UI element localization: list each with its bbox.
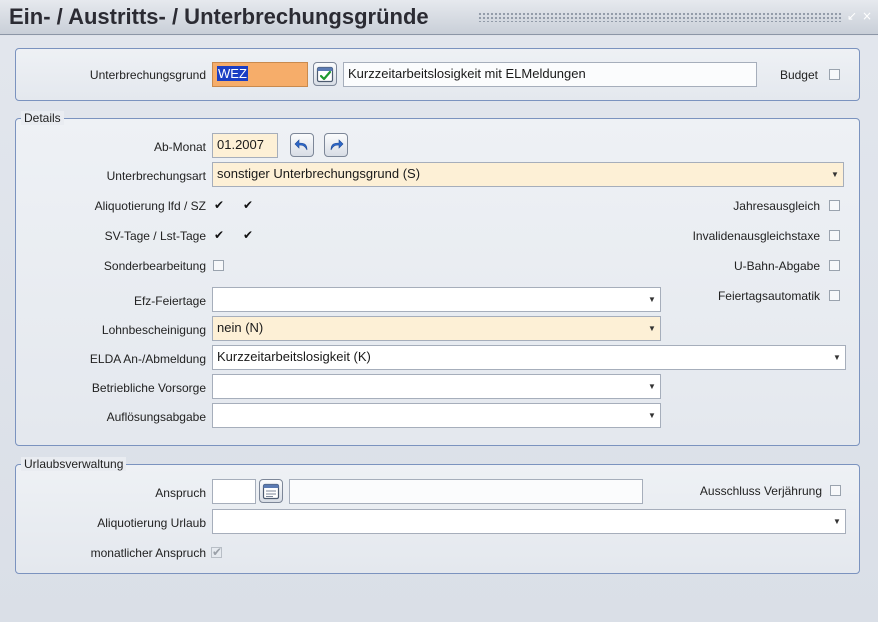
vorsorge-dropdown[interactable]: ▼ (212, 374, 661, 399)
aliquotierung-label: Aliquotierung lfd / SZ (94, 199, 206, 213)
arrow-back-icon (294, 139, 308, 151)
anspruch-label: Anspruch (155, 486, 206, 500)
chevron-down-icon[interactable]: ▼ (644, 317, 660, 340)
calendar-icon (262, 483, 280, 500)
chevron-down-icon[interactable]: ▼ (829, 510, 845, 533)
feiertagsautomatik-checkbox[interactable] (829, 290, 840, 301)
efz-dropdown[interactable]: ▼ (212, 287, 661, 312)
ab-monat-label: Ab-Monat (153, 140, 206, 154)
aliquotierung-lfd-checkbox[interactable]: ✔ (213, 199, 224, 211)
chevron-down-icon[interactable]: ▼ (644, 404, 660, 427)
aliquotierung-urlaub-dropdown[interactable]: ▼ (212, 509, 846, 534)
lookup-button[interactable] (313, 62, 337, 86)
svtage-label: SV-Tage / Lst-Tage (104, 229, 206, 243)
arrow-forward-icon (330, 139, 344, 151)
unterbrechungsgrund-code-field[interactable]: WEZ (212, 62, 308, 87)
unterbrechungsgrund-text-field[interactable]: Kurzzeitarbeitslosigkeit mit ELMeldungen (343, 62, 757, 87)
anspruch-field[interactable] (212, 479, 256, 504)
ausschluss-label: Ausschluss Verjährung (699, 484, 822, 498)
unterbrechungsart-label: Unterbrechungsart (106, 169, 206, 183)
lohnbescheinigung-label: Lohnbescheinigung (101, 323, 206, 337)
lohnbescheinigung-value: nein (N) (217, 320, 264, 335)
ubahn-label: U-Bahn-Abgabe (733, 259, 820, 273)
header-panel: Unterbrechungsgrund WEZ Kurzzeitarbeitsl… (15, 48, 860, 101)
jahresausgleich-checkbox[interactable] (829, 200, 840, 211)
previous-button[interactable] (290, 133, 314, 157)
form-content: Unterbrechungsgrund WEZ Kurzzeitarbeitsl… (0, 36, 878, 622)
anspruch-calendar-button[interactable] (259, 479, 283, 503)
chevron-down-icon[interactable]: ▼ (829, 346, 845, 369)
vorsorge-label: Betriebliche Vorsorge (91, 381, 206, 395)
aufloesung-dropdown[interactable]: ▼ (212, 403, 661, 428)
sonderbearbeitung-label: Sonderbearbeitung (103, 259, 206, 273)
monatlich-checkbox[interactable]: ✔ (211, 546, 222, 558)
details-legend: Details (21, 111, 64, 125)
svtage-checkbox[interactable]: ✔ (213, 229, 224, 241)
sonderbearbeitung-checkbox[interactable] (213, 260, 224, 271)
efz-label: Efz-Feiertage (133, 294, 206, 308)
minimize-icon[interactable]: ↙ (846, 9, 858, 23)
jahresausgleich-label: Jahresausgleich (733, 199, 820, 213)
next-button[interactable] (324, 133, 348, 157)
invaliden-checkbox[interactable] (829, 230, 840, 241)
lsttage-checkbox[interactable]: ✔ (242, 229, 253, 241)
budget-label: Budget (779, 68, 818, 82)
unterbrechungsart-dropdown[interactable]: sonstiger Unterbrechungsgrund (S) ▼ (212, 162, 844, 187)
ubahn-checkbox[interactable] (829, 260, 840, 271)
urlaub-panel: Urlaubsverwaltung Anspruch Ausschluss Ve… (15, 457, 860, 574)
aliquotierung-urlaub-label: Aliquotierung Urlaub (97, 516, 206, 530)
details-panel: Details Ab-Monat 01.2007 Unterbrechungsa… (15, 111, 860, 446)
ausschluss-checkbox[interactable] (830, 485, 841, 496)
aliquotierung-sz-checkbox[interactable]: ✔ (242, 199, 253, 211)
chevron-down-icon[interactable]: ▼ (644, 288, 660, 311)
invaliden-label: Invalidenausgleichstaxe (692, 229, 820, 243)
window-title: Ein- / Austritts- / Unterbrechungsgründe (9, 4, 429, 29)
elda-label: ELDA An-/Abmeldung (89, 352, 206, 366)
calendar-check-icon (316, 66, 334, 83)
unterbrechungsgrund-code-value: WEZ (217, 66, 248, 81)
budget-checkbox[interactable] (829, 69, 840, 80)
titlebar-grip[interactable] (478, 12, 842, 22)
close-icon[interactable]: × (861, 9, 873, 23)
aufloesung-label: Auflösungsabgabe (106, 410, 206, 424)
window-titlebar[interactable]: Ein- / Austritts- / Unterbrechungsgründe… (0, 0, 878, 35)
anspruch-text-field[interactable] (289, 479, 643, 504)
monatlich-label: monatlicher Anspruch (90, 546, 206, 560)
unterbrechungsart-value: sonstiger Unterbrechungsgrund (S) (217, 166, 421, 181)
lohnbescheinigung-dropdown[interactable]: nein (N) ▼ (212, 316, 661, 341)
chevron-down-icon[interactable]: ▼ (827, 163, 843, 186)
elda-value: Kurzzeitarbeitslosigkeit (K) (217, 349, 371, 364)
unterbrechungsgrund-label: Unterbrechungsgrund (89, 68, 206, 82)
elda-dropdown[interactable]: Kurzzeitarbeitslosigkeit (K) ▼ (212, 345, 846, 370)
chevron-down-icon[interactable]: ▼ (644, 375, 660, 398)
urlaub-legend: Urlaubsverwaltung (21, 457, 127, 471)
ab-monat-field[interactable]: 01.2007 (212, 133, 278, 158)
